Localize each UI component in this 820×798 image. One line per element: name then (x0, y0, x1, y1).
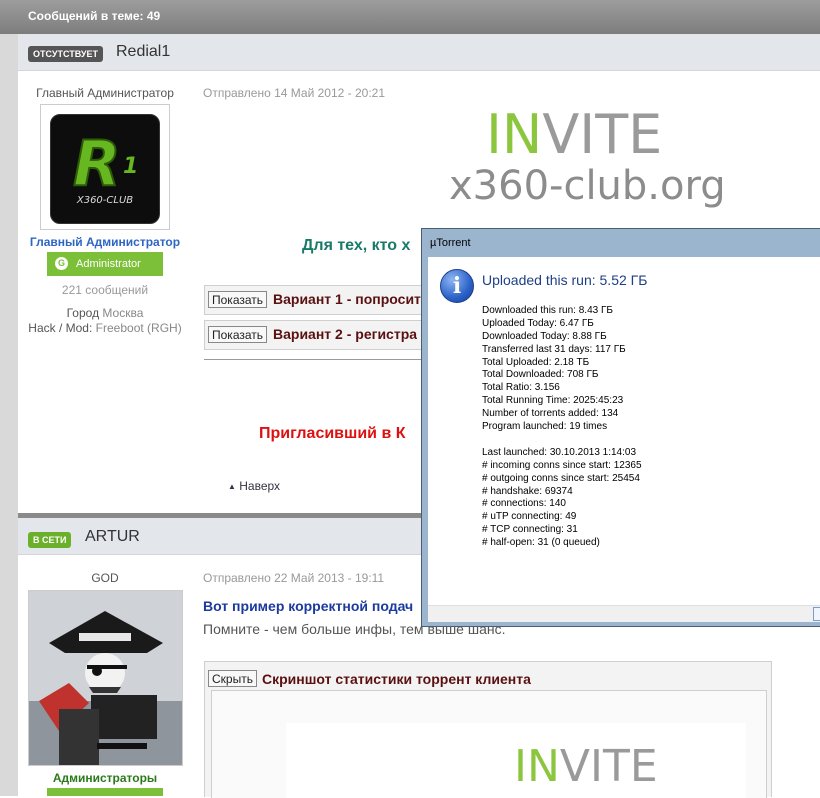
user-hack-mod: Hack / Mod: Freeboot (RGH) (15, 321, 195, 335)
hack-value: Freeboot (RGH) (95, 321, 182, 335)
user-group-name: Администраторы (52, 771, 158, 785)
stat-line: Total Running Time: 2025:45:23 (482, 395, 624, 407)
invite-vite-text: VITE (559, 741, 658, 792)
pirate-avatar-icon (29, 591, 182, 765)
stats-list: Downloaded this run: 8.43 ГБ Uploaded To… (482, 305, 642, 550)
back-to-top-link[interactable]: ▲ Наверх (228, 479, 280, 493)
arrow-up-icon: ▲ (228, 482, 236, 491)
separator (204, 359, 421, 360)
stat-line: # half-open: 31 (0 queued) (482, 537, 600, 549)
status-badge: В СЕТИ (28, 532, 72, 548)
left-gutter (0, 34, 18, 796)
stat-line: Downloaded Today: 8.88 ГБ (482, 330, 607, 342)
spoiler-title: Вариант 2 - регистра (273, 326, 418, 342)
dialog-title: µTorrent (430, 237, 471, 249)
group-badge (47, 788, 163, 796)
post-header: ОТСУТСТВУЕТ Redial1 (18, 34, 820, 71)
stat-line: Transferred last 31 days: 117 ГБ (482, 343, 626, 355)
post-date[interactable]: Отправлено 14 Май 2012 - 20:21 (203, 86, 385, 100)
stat-line: Downloaded this run: 8.43 ГБ (482, 305, 613, 316)
stat-line: Total Downloaded: 708 ГБ (482, 369, 599, 381)
stats-gap (482, 434, 642, 447)
user-rank-title: GOD (91, 571, 119, 585)
stat-line: # incoming conns since start: 12365 (482, 459, 642, 471)
avatar-caption: X360-CLUB (76, 195, 134, 206)
topic-header-bar: Сообщений в теме: 49 (0, 0, 820, 34)
invite-in-text: IN (486, 103, 543, 166)
hack-label: Hack / Mod: (28, 321, 93, 335)
post-date[interactable]: Отправлено 22 Май 2013 - 19:11 (203, 571, 384, 585)
dialog-content: i Uploaded this run: 5.52 ГБ Downloaded … (428, 257, 820, 605)
invite-in-text: IN (514, 741, 560, 792)
stat-line: Program launched: 19 times (482, 421, 608, 433)
invite-title: INVITE (514, 745, 658, 789)
group-badge-label: Administrator (76, 258, 141, 270)
info-icon: i (440, 269, 474, 303)
dialog-headline: Uploaded this run: 5.52 ГБ (482, 272, 648, 288)
post-text-line-1: Вот пример корректной подач (203, 598, 414, 614)
topic-post-count: Сообщений в теме: 49 (28, 9, 161, 23)
stat-line: # TCP connecting: 31 (482, 524, 578, 536)
stat-line: Uploaded Today: 6.47 ГБ (482, 317, 594, 329)
avatar[interactable] (28, 590, 183, 766)
post-count: 221 сообщений (61, 283, 149, 297)
svg-text:R: R (73, 127, 121, 200)
invite-domain: x360-club.org (449, 163, 726, 209)
dialog-body: i Uploaded this run: 5.52 ГБ Downloaded … (428, 257, 820, 622)
spoiler-content: INVITE (211, 690, 767, 798)
spoiler-show-button[interactable]: Показать (208, 291, 268, 308)
back-to-top-label: Наверх (239, 479, 281, 493)
utorrent-dialog[interactable]: µTorrent i Uploaded this run: 5.52 ГБ Do… (421, 228, 820, 627)
svg-text:1: 1 (123, 154, 138, 179)
dialog-footer (428, 605, 820, 622)
post-heading: Для тех, кто х (302, 237, 411, 254)
stat-line: # uTP connecting: 49 (482, 511, 577, 523)
post-author-link[interactable]: ARTUR (85, 528, 140, 546)
ok-button[interactable] (813, 607, 820, 621)
city-value: Москва (102, 306, 144, 320)
stat-line: Number of torrents added: 134 (482, 408, 619, 420)
spoiler-block-1: Показать Вариант 1 - попросит (204, 285, 423, 315)
status-badge: ОТСУТСТВУЕТ (28, 46, 104, 62)
stat-line: Last launched: 30.10.2013 1:14:03 (482, 446, 637, 458)
group-badge: G Administrator (47, 252, 163, 276)
user-rank-title: Главный Администратор (36, 86, 174, 100)
post-author-link[interactable]: Redial1 (116, 43, 170, 61)
stat-line: Total Ratio: 3.156 (482, 382, 560, 394)
stat-line: # connections: 140 (482, 498, 566, 510)
user-group-name: Главный Администратор (29, 235, 181, 249)
stat-line: # outgoing conns since start: 25454 (482, 472, 640, 484)
spoiler-block-2: Показать Вариант 2 - регистра (204, 320, 423, 350)
invite-vite-text: VITE (542, 103, 663, 166)
spoiler-show-button[interactable]: Показать (208, 326, 268, 343)
spoiler-title: Вариант 1 - попросит (273, 291, 421, 307)
spoiler-title: Скриншот статистики торрент клиента (262, 671, 531, 687)
avatar[interactable]: R 1 X360-CLUB (40, 104, 170, 230)
r-logo-icon: R 1 (72, 126, 138, 201)
spoiler-block-open: Скрыть Скриншот статистики торрент клиен… (204, 661, 772, 798)
screenshot-image: INVITE (286, 723, 746, 798)
invite-title: INVITE (486, 108, 662, 162)
stat-line: Total Uploaded: 2.18 ТБ (482, 356, 590, 368)
inviter-notice: Пригласивший в К (259, 425, 406, 442)
user-city: Город Москва (15, 306, 195, 320)
stat-line: # handshake: 69374 (482, 485, 573, 497)
spoiler-hide-button[interactable]: Скрыть (208, 670, 257, 687)
city-label: Город (66, 306, 100, 320)
group-letter-icon: G (55, 256, 68, 270)
avatar-logo: R 1 X360-CLUB (50, 114, 160, 224)
